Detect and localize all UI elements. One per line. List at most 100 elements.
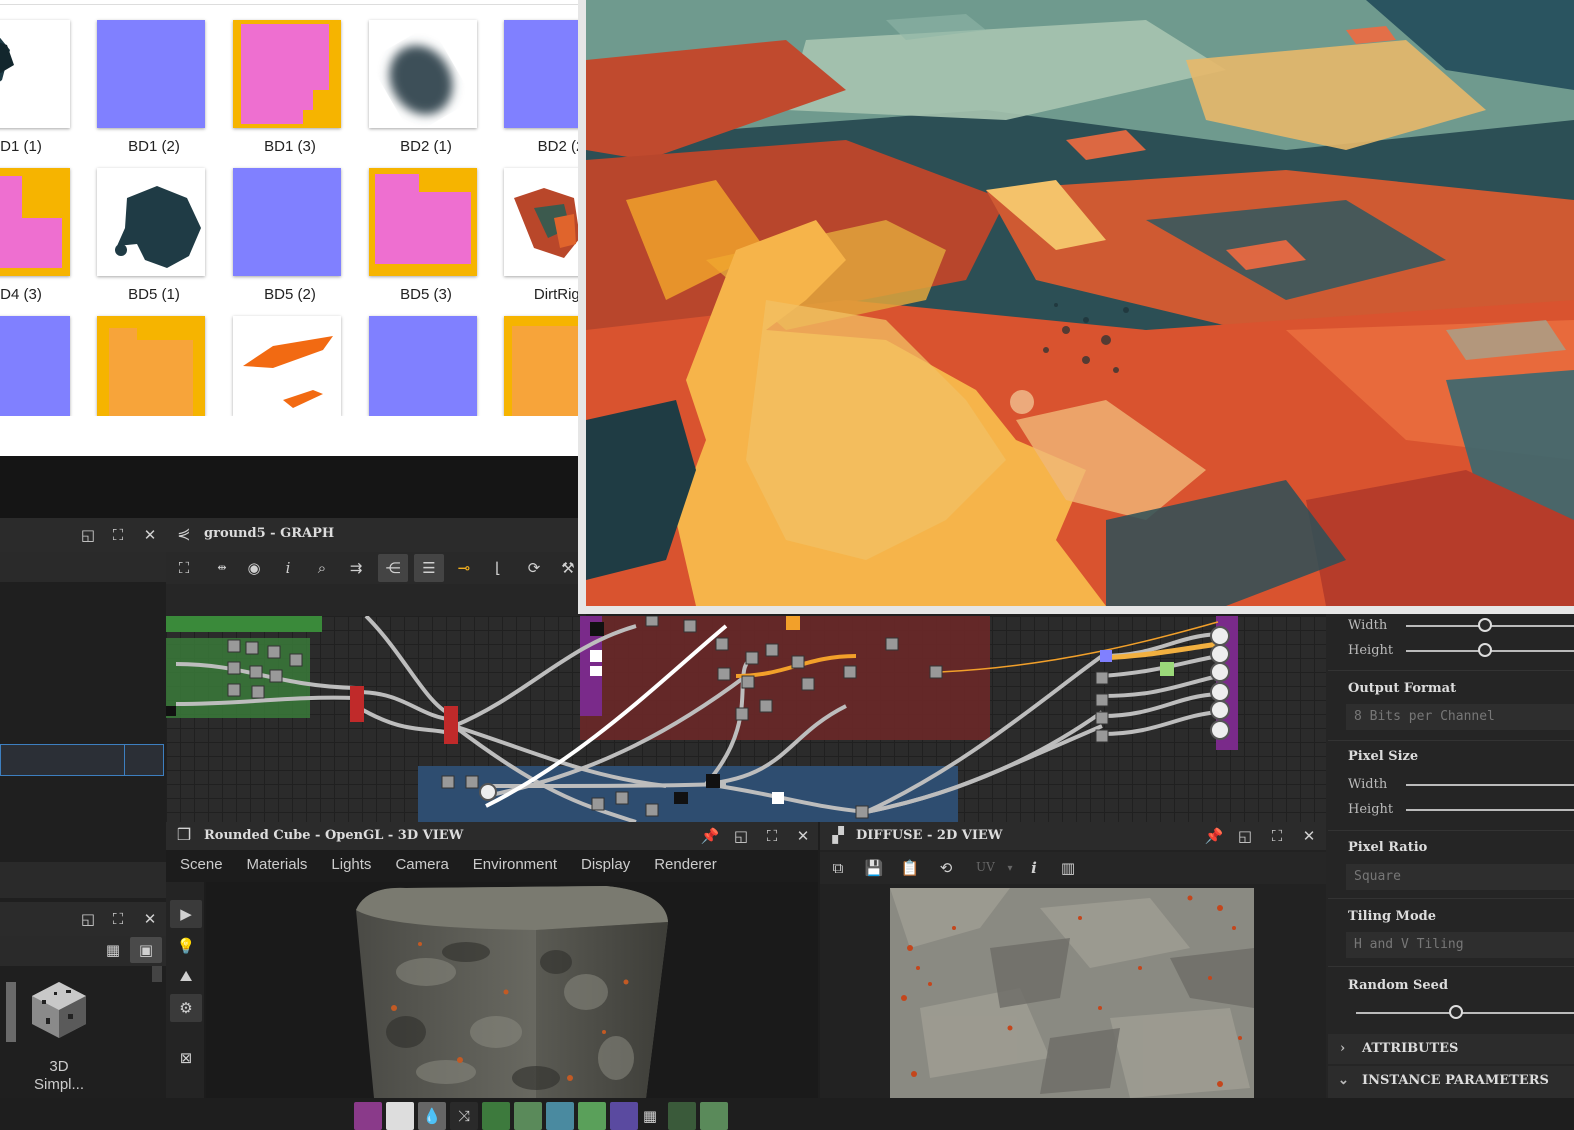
thumbnail-label[interactable]: BD5 (3) <box>356 286 496 303</box>
menu-materials[interactable]: Materials <box>247 856 308 873</box>
tools-icon[interactable]: ⚒ <box>558 560 578 576</box>
graph-share-icon: ⋞ <box>177 524 191 543</box>
video-camera-icon: ▶ <box>180 905 192 923</box>
pixel-size-width-label: Width <box>1348 777 1388 792</box>
pixel-width-slider[interactable] <box>1406 784 1574 786</box>
thumbnail[interactable] <box>233 316 341 416</box>
selected-row[interactable] <box>0 744 164 776</box>
pixel-height-slider[interactable] <box>1406 809 1574 811</box>
3d-viewport[interactable] <box>206 882 818 1098</box>
grid-view-icon[interactable]: ▦ <box>100 942 126 958</box>
thumbnail-bd2-1[interactable] <box>369 20 477 128</box>
light-bulb-icon[interactable]: 💡 <box>176 938 196 954</box>
environment-icon[interactable]: ⛰ <box>176 968 196 984</box>
maximize-icon[interactable]: ⛶ <box>762 828 782 844</box>
close-icon[interactable]: ✕ <box>793 828 813 844</box>
copy-view-icon[interactable]: ⧉ <box>828 860 848 876</box>
shape-node-button[interactable] <box>610 1102 638 1130</box>
float-icon[interactable]: ◱ <box>78 527 98 543</box>
thumbnail-label[interactable]: BD1 (1) <box>0 138 86 155</box>
material-node-button[interactable] <box>700 1102 728 1130</box>
thumbnail-label[interactable]: BD1 (3) <box>220 138 360 155</box>
close-icon[interactable]: ✕ <box>140 527 160 543</box>
library-item-thumbnail-partial[interactable] <box>6 982 16 1042</box>
info-icon[interactable]: i <box>1024 860 1044 876</box>
float-icon[interactable]: ◱ <box>731 828 751 844</box>
info-icon[interactable]: i <box>278 560 298 576</box>
maximize-icon[interactable]: ⛶ <box>108 911 128 927</box>
library-scrollbar[interactable] <box>152 966 162 982</box>
menu-scene[interactable]: Scene <box>180 856 223 873</box>
wireframe-icon[interactable]: ⊠ <box>176 1050 196 1066</box>
graph-canvas[interactable] <box>166 616 1326 822</box>
output-node-button[interactable] <box>668 1102 696 1130</box>
menu-camera[interactable]: Camera <box>395 856 448 873</box>
thumbnail[interactable] <box>369 316 477 416</box>
pin-link-icon[interactable]: ⊸ <box>454 560 474 576</box>
thumbnail[interactable] <box>0 316 70 416</box>
menu-environment[interactable]: Environment <box>473 856 557 873</box>
uv-dropdown[interactable]: UV <box>976 860 995 874</box>
instance-parameters-section-header[interactable]: ⌄ INSTANCE PARAMETERS <box>1328 1066 1574 1098</box>
close-icon[interactable]: ✕ <box>1299 828 1319 844</box>
curve-node-button[interactable] <box>482 1102 510 1130</box>
thumbnail-label[interactable]: BD5 (1) <box>84 286 224 303</box>
close-icon[interactable]: ✕ <box>140 911 160 927</box>
library-item-label[interactable]: 3D Simpl... <box>14 1058 104 1094</box>
thumbnail-bd1-3[interactable] <box>233 20 341 128</box>
zoom-1to1-icon[interactable]: ⇹ <box>208 560 236 576</box>
thumbnail-bd1-1[interactable] <box>0 20 70 128</box>
thumbnail-bd5-2[interactable] <box>233 168 341 276</box>
dock-divider-bar <box>0 862 166 898</box>
pixel-ratio-select[interactable]: Square <box>1346 864 1574 890</box>
anchor-icon[interactable]: ⌊ <box>488 560 508 576</box>
save-icon[interactable]: 💾 <box>864 860 884 876</box>
grid-icon[interactable]: ▦ <box>640 1108 660 1124</box>
uniform-color-node-button[interactable] <box>386 1102 414 1130</box>
histogram-icon[interactable]: ▥ <box>1058 860 1078 876</box>
gear-icon: ⚙ <box>179 999 193 1017</box>
thumbnail-label[interactable]: BD2 (1) <box>356 138 496 155</box>
thumbnail-bd5-1[interactable] <box>97 168 205 276</box>
library-item-thumbnail[interactable] <box>28 978 90 1040</box>
output-format-select[interactable]: 8 Bits per Channel <box>1346 704 1574 730</box>
warp-node-button[interactable] <box>578 1102 606 1130</box>
pin-icon[interactable]: 📌 <box>1204 828 1224 844</box>
maximize-icon[interactable]: ⛶ <box>108 527 128 543</box>
maximize-icon[interactable]: ⛶ <box>1267 828 1287 844</box>
random-seed-slider[interactable] <box>1356 1012 1574 1014</box>
refresh-icon[interactable]: ⟳ <box>524 560 544 576</box>
tiling-mode-label: Tiling Mode <box>1348 909 1436 924</box>
frame-all-icon[interactable]: ⛶ <box>174 560 194 576</box>
thumbnail-label[interactable]: BD1 (2) <box>84 138 224 155</box>
attributes-section-header[interactable]: › ATTRIBUTES <box>1328 1034 1574 1064</box>
output-height-slider-knob[interactable] <box>1478 643 1492 657</box>
bitmap-node-button[interactable] <box>354 1102 382 1130</box>
thumbnail-bd1-2[interactable] <box>97 20 205 128</box>
float-icon[interactable]: ◱ <box>1235 828 1255 844</box>
output-width-slider-knob[interactable] <box>1478 618 1492 632</box>
thumbnail[interactable] <box>97 316 205 416</box>
menu-renderer[interactable]: Renderer <box>654 856 717 873</box>
gradient-node-button[interactable] <box>514 1102 542 1130</box>
tiling-mode-select[interactable]: H and V Tiling <box>1346 932 1574 958</box>
random-seed-slider-knob[interactable] <box>1449 1005 1463 1019</box>
refresh-view-icon[interactable]: ⟲ <box>936 860 956 876</box>
menu-display[interactable]: Display <box>581 856 630 873</box>
thumbnail-label[interactable]: BD5 (2) <box>220 286 360 303</box>
painting-image-viewer[interactable] <box>578 0 1574 614</box>
thumbnail-bd5-3[interactable] <box>369 168 477 276</box>
output-size-height-label: Height <box>1348 643 1394 658</box>
transform-node-button[interactable] <box>546 1102 574 1130</box>
menu-lights[interactable]: Lights <box>331 856 371 873</box>
thumbnail-label[interactable]: BD4 (3) <box>0 286 86 303</box>
2d-texture-preview[interactable] <box>890 888 1254 1098</box>
clipboard-icon[interactable]: 📋 <box>900 860 920 876</box>
camera-icon[interactable]: ◉ <box>244 560 264 576</box>
pin-icon[interactable]: 📌 <box>700 828 720 844</box>
explorer-toolbar <box>0 552 166 582</box>
search-icon[interactable]: ⌕ <box>312 560 332 576</box>
thumbnail-bd4-3[interactable] <box>0 168 70 276</box>
float-icon[interactable]: ◱ <box>78 911 98 927</box>
node-link-icon[interactable]: ⇉ <box>346 560 366 576</box>
